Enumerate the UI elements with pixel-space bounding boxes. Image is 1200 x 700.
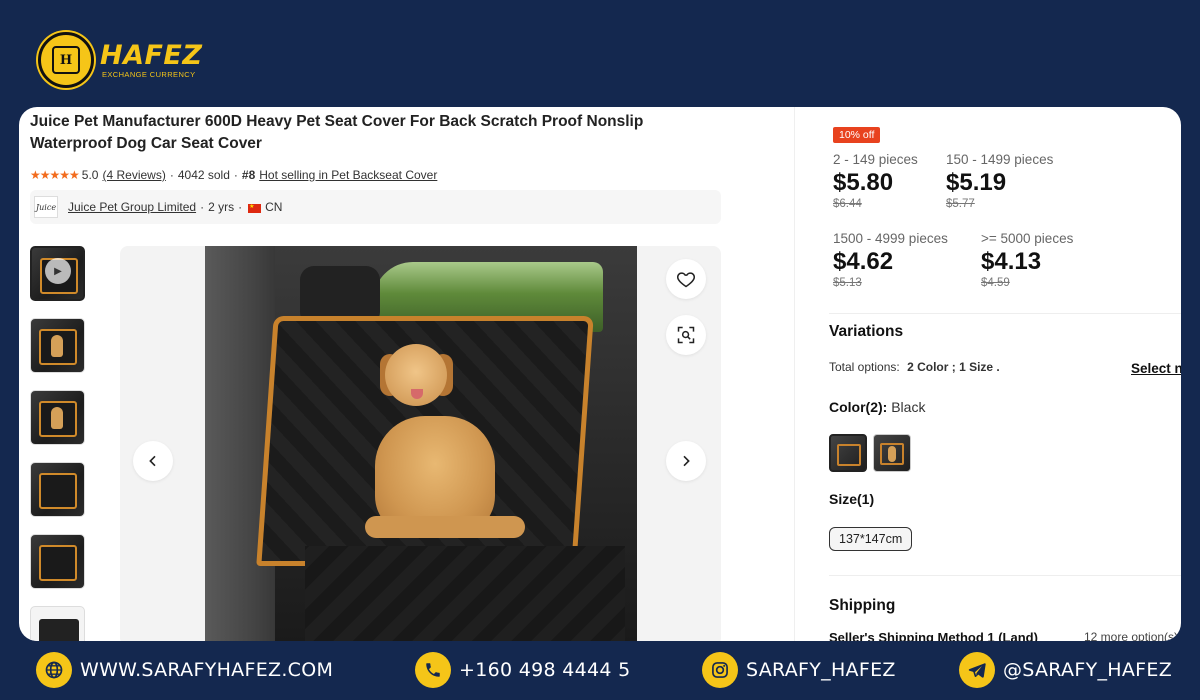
tier-range: 1500 - 4999 pieces bbox=[833, 231, 948, 246]
product-screenshot-card: Juice Pet Manufacturer 600D Heavy Pet Se… bbox=[19, 107, 1181, 641]
rating-row: ★★★★★ 5.0 (4 Reviews) · 4042 sold · #8 H… bbox=[30, 168, 437, 182]
separator-dot: · bbox=[169, 168, 174, 182]
size-option[interactable]: 137*147cm bbox=[829, 527, 913, 551]
tier-old-price: $5.77 bbox=[946, 198, 975, 210]
tier-range: 150 - 1499 pieces bbox=[946, 152, 1054, 167]
rating-value: 5.0 bbox=[81, 168, 99, 182]
footer-website[interactable]: WWW.SARAFYHAFEZ.COM bbox=[36, 652, 333, 688]
tier-price: $5.19 bbox=[946, 169, 1007, 196]
divider bbox=[829, 575, 1181, 576]
reviews-link[interactable]: (4 Reviews) bbox=[102, 168, 165, 182]
main-product-image[interactable] bbox=[120, 246, 721, 641]
website-text: WWW.SARAFYHAFEZ.COM bbox=[80, 659, 334, 681]
rank-category-link[interactable]: Hot selling in Pet Backseat Cover bbox=[259, 168, 437, 182]
globe-icon bbox=[36, 652, 72, 688]
thumbnail-image[interactable] bbox=[30, 462, 85, 517]
supplier-country: CN bbox=[265, 200, 283, 214]
rating-stars-icon: ★★★★★ bbox=[30, 168, 80, 182]
color-swatch-black[interactable] bbox=[829, 434, 867, 472]
shipping-method: Seller's Shipping Method 1 (Land) bbox=[829, 630, 1038, 641]
tier-range: >= 5000 pieces bbox=[981, 231, 1074, 246]
china-flag-icon bbox=[248, 203, 262, 213]
tier-old-price: $6.44 bbox=[833, 198, 862, 210]
price-tier: 1500 - 4999 pieces $4.62 $5.13 bbox=[833, 231, 948, 289]
phone-text: +160 498 4444 5 bbox=[459, 659, 631, 681]
supplier-name-link[interactable]: Juice Pet Group Limited bbox=[68, 200, 196, 214]
price-tier: >= 5000 pieces $4.13 $4.59 bbox=[981, 231, 1073, 289]
telegram-icon bbox=[959, 652, 995, 688]
thumbnail-list: ▶ bbox=[30, 246, 86, 641]
thumbnail-image[interactable] bbox=[30, 390, 85, 445]
tier-price: $5.80 bbox=[833, 169, 894, 196]
logo-monogram-icon: H bbox=[52, 46, 80, 74]
brand-subtitle: EXCHANGE CURRENCY bbox=[102, 69, 196, 79]
next-image-button[interactable] bbox=[666, 441, 706, 481]
supplier-years: 2 yrs bbox=[208, 200, 235, 214]
favorite-button[interactable] bbox=[666, 259, 706, 299]
separator-dot: · bbox=[238, 200, 243, 214]
variations-title: Variations bbox=[829, 323, 904, 340]
color-row: Color(2): Black bbox=[829, 399, 925, 415]
product-gallery-pane: Juice Pet Manufacturer 600D Heavy Pet Se… bbox=[19, 107, 794, 641]
divider bbox=[829, 313, 1181, 314]
purchase-pane: 10% off 2 - 149 pieces $5.80 $6.44 150 -… bbox=[794, 107, 1181, 641]
footer-telegram[interactable]: @SARAFY_HAFEZ bbox=[959, 652, 1172, 688]
sold-count: 4042 sold bbox=[177, 168, 230, 182]
supplier-logo: Juice bbox=[34, 196, 58, 218]
supplier-box: Juice Juice Pet Group Limited · 2 yrs · … bbox=[30, 190, 721, 224]
play-icon: ▶ bbox=[45, 258, 71, 284]
more-shipping-options-link[interactable]: 12 more option(s) bbox=[1084, 630, 1178, 641]
chevron-right-icon bbox=[683, 455, 690, 467]
footer-phone[interactable]: +160 498 4444 5 bbox=[415, 652, 631, 688]
discount-badge: 10% off bbox=[833, 127, 881, 143]
image-search-button[interactable] bbox=[666, 315, 706, 355]
product-photo bbox=[205, 246, 637, 641]
color-value: Black bbox=[891, 399, 926, 415]
telegram-text: @SARAFY_HAFEZ bbox=[1003, 659, 1173, 681]
separator-dot: · bbox=[200, 200, 205, 214]
color-label: Color(2): bbox=[829, 399, 888, 415]
logo-emblem: H bbox=[38, 32, 94, 88]
image-search-icon bbox=[677, 326, 695, 344]
chevron-left-icon bbox=[149, 455, 156, 467]
phone-icon bbox=[415, 652, 451, 688]
brand-name: HAFEZ bbox=[100, 39, 203, 71]
tier-old-price: $4.59 bbox=[981, 277, 1010, 289]
tier-price: $4.13 bbox=[981, 248, 1042, 275]
rank-number: #8 bbox=[241, 168, 256, 182]
thumbnail-image[interactable] bbox=[30, 606, 85, 641]
footer-instagram[interactable]: SARAFY_HAFEZ bbox=[702, 652, 896, 688]
tier-old-price: $5.13 bbox=[833, 277, 862, 289]
price-tier: 2 - 149 pieces $5.80 $6.44 bbox=[833, 152, 918, 210]
color-swatch-alt[interactable] bbox=[873, 434, 911, 472]
thumbnail-image[interactable] bbox=[30, 534, 85, 589]
shipping-title: Shipping bbox=[829, 597, 896, 614]
thumbnail-video[interactable]: ▶ bbox=[30, 246, 85, 301]
product-title: Juice Pet Manufacturer 600D Heavy Pet Se… bbox=[30, 113, 644, 152]
thumbnail-image[interactable] bbox=[30, 318, 85, 373]
separator-dot: · bbox=[233, 168, 238, 182]
tier-range: 2 - 149 pieces bbox=[833, 152, 918, 167]
size-label: Size(1) bbox=[829, 491, 875, 507]
brand-logo: H HAFEZ EXCHANGE CURRENCY bbox=[38, 32, 202, 88]
total-options: Total options: 2 Color ; 1 Size . bbox=[829, 360, 1000, 374]
tier-price: $4.62 bbox=[833, 248, 894, 275]
select-now-link[interactable]: Select now bbox=[1131, 361, 1181, 376]
total-options-value: 2 Color ; 1 Size . bbox=[907, 360, 1000, 374]
previous-image-button[interactable] bbox=[133, 441, 173, 481]
heart-icon bbox=[676, 272, 696, 288]
price-tier: 150 - 1499 pieces $5.19 $5.77 bbox=[946, 152, 1053, 210]
instagram-icon bbox=[702, 652, 738, 688]
total-options-label: Total options: bbox=[829, 360, 900, 374]
instagram-text: SARAFY_HAFEZ bbox=[746, 659, 896, 681]
